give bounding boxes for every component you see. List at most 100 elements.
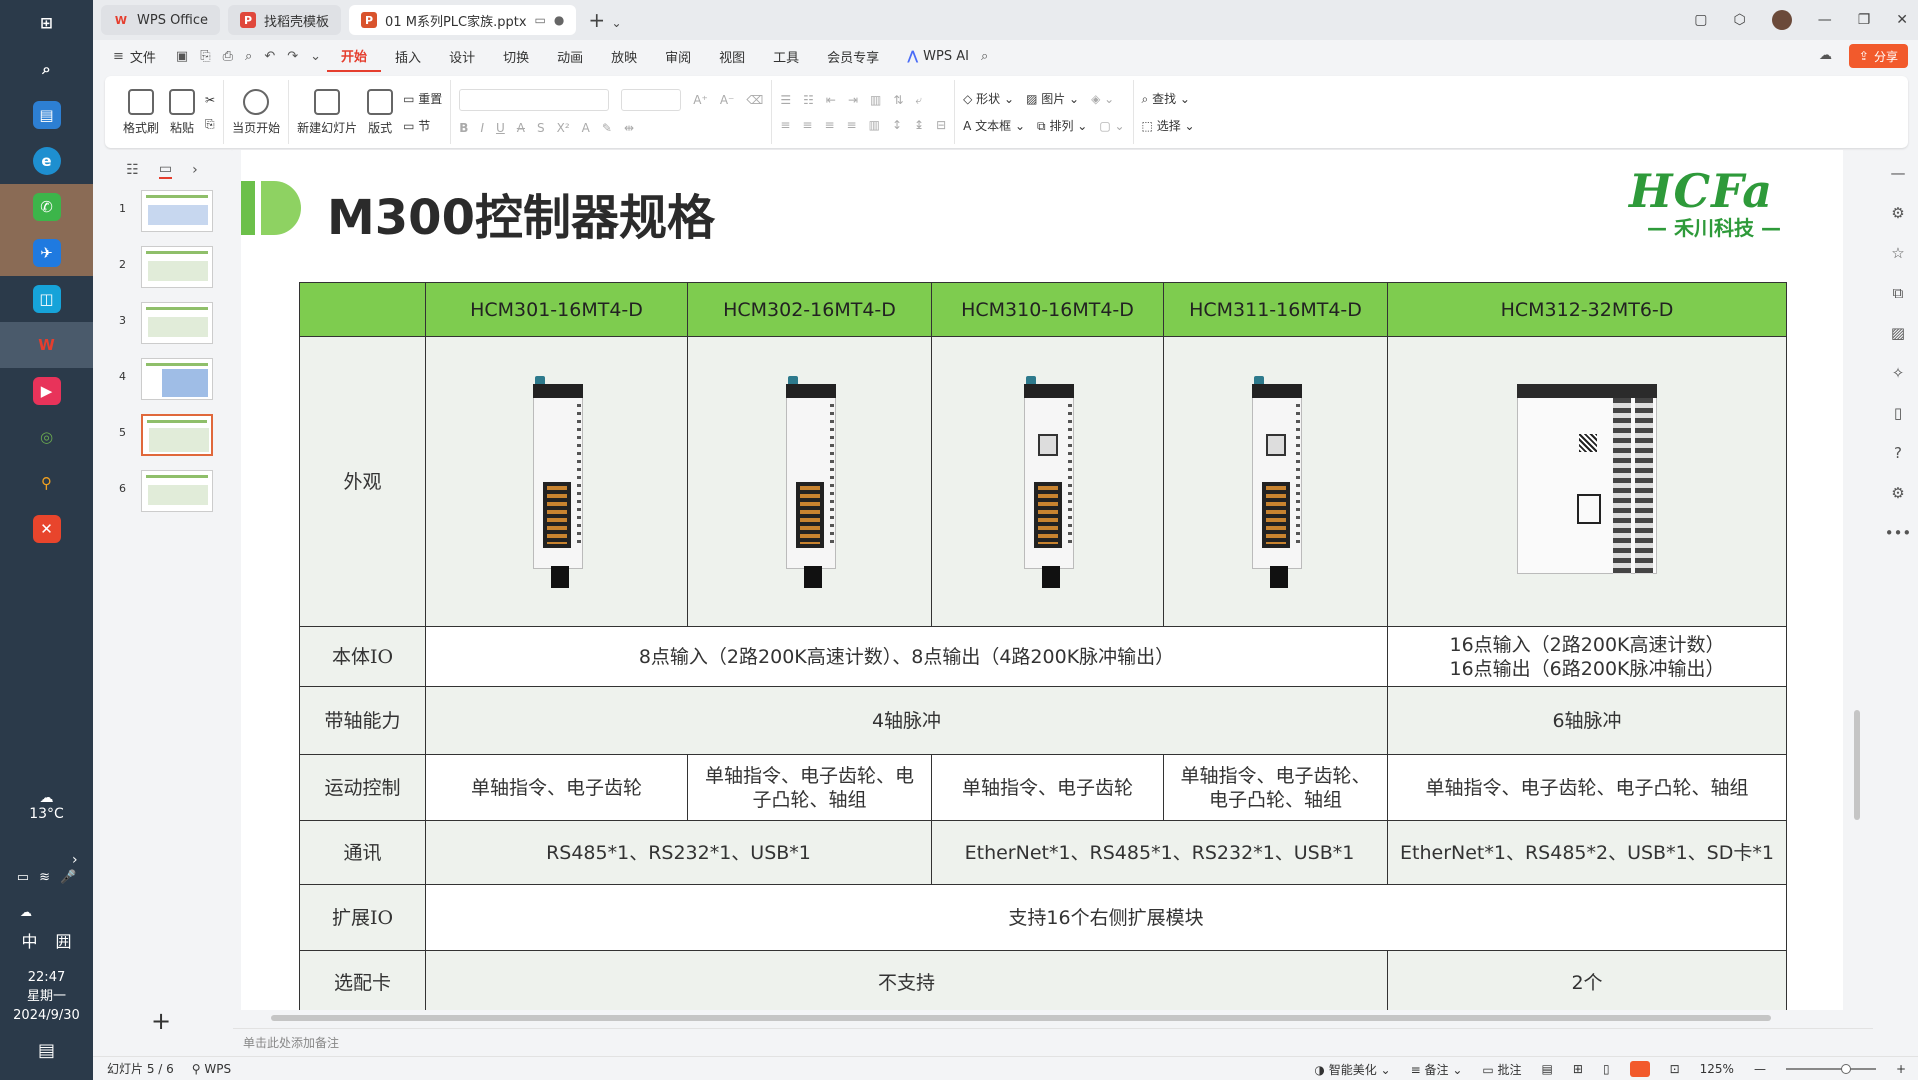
normal-view-icon[interactable]: ▤ [1542,1062,1553,1076]
sort-icon[interactable]: ⇅ [893,93,903,107]
menu-tools[interactable]: 工具 [759,40,813,72]
font-size-select[interactable] [621,89,682,111]
wps-ai-button[interactable]: ⋀ WPS AI [907,49,969,64]
indent-dec-icon[interactable]: ⇤ [826,93,836,107]
chevron-right-icon[interactable]: › [72,852,78,868]
format-brush-button[interactable]: 格式刷 [123,88,159,136]
preview-icon[interactable]: ⌕ [239,49,258,64]
search-button[interactable]: ⌕ [0,46,93,92]
taskbar-app-feishu[interactable]: ✈ [0,230,93,276]
copy-icon[interactable]: ⎘ [205,117,215,132]
taskbar-app-tencent[interactable]: ◫ [0,276,93,322]
print-icon[interactable]: ⎙ [217,49,239,64]
cube-icon[interactable]: ⬡ [1733,12,1745,28]
textbox-button[interactable]: A 文本框 ⌄ [963,117,1025,134]
indent-inc-icon[interactable]: ⇥ [848,93,858,107]
add-slide-button[interactable]: + [151,1007,171,1035]
slide-thumb[interactable]: 1 [119,190,231,246]
align-left-icon[interactable]: ≡ [780,118,790,132]
new-slide-button[interactable]: 新建幻灯片 [297,88,357,136]
spacing-icon[interactable]: ⇹ [624,121,634,135]
play-from-current-button[interactable]: 当页开始 [232,88,280,136]
font-shrink-icon[interactable]: A⁻ [720,93,735,107]
sorter-view-icon[interactable]: ⊞ [1573,1062,1583,1076]
ime-indicator[interactable]: 中 囲 [0,928,93,952]
font-grow-icon[interactable]: A⁺ [693,93,708,107]
menu-slideshow[interactable]: 放映 [597,40,651,72]
horizontal-scrollbar[interactable] [241,1012,1851,1024]
zoom-level[interactable]: 125% [1700,1062,1734,1076]
taskbar-app-wechat[interactable]: ✆ [0,184,93,230]
help-icon[interactable]: ? [1894,444,1902,462]
text-dir-icon[interactable]: ⤶ [915,93,922,108]
strike-icon[interactable]: A [517,121,525,135]
shape-button[interactable]: ◇ 形状 ⌄ [963,90,1014,107]
taskbar-clock[interactable]: 22:47 星期一 2024/9/30 [0,968,93,1025]
align-right-icon[interactable]: ≡ [824,118,834,132]
menu-review[interactable]: 审阅 [651,40,705,72]
copy-icon[interactable]: ⧉ [1893,284,1904,302]
highlight-icon[interactable]: ✎ [602,121,612,135]
fill-icon[interactable]: ◈ ⌄ [1091,92,1114,106]
slide-thumb[interactable]: 6 [119,470,231,526]
zoom-slider[interactable] [1785,1064,1876,1074]
book-icon[interactable]: ▯ [1894,404,1902,422]
taskbar-app-1[interactable]: ▤ [0,92,93,138]
comments-toggle[interactable]: ▭ 批注 [1482,1061,1521,1078]
tab-wps-office[interactable]: W WPS Office [101,5,221,35]
restore-button[interactable]: ❐ [1858,12,1871,28]
superscript-icon[interactable]: X² [557,121,570,135]
text-box-align-icon[interactable]: ⊟ [936,118,946,132]
share-button[interactable]: ⇪ 分享 [1848,44,1908,68]
slide-thumb[interactable]: 3 [119,302,231,358]
slide-thumb-current[interactable]: 5 [119,414,231,470]
menu-member[interactable]: 会员专享 [813,40,893,72]
outline-view-icon[interactable]: ☷ [126,162,139,178]
italic-icon[interactable]: I [480,121,484,135]
para-spacing-icon[interactable]: ↨ [914,118,924,132]
taskbar-app-red[interactable]: ▶ [0,368,93,414]
spec-table[interactable]: HCM301-16MT4-D HCM302-16MT4-D HCM310-16M… [299,282,1787,1010]
line-spacing-icon[interactable]: ↕ [892,118,902,132]
more-chevron-icon[interactable]: ⌄ [304,49,327,64]
fit-window-icon[interactable]: ⊡ [1670,1062,1680,1076]
wifi-icon[interactable]: ≋ [39,870,50,885]
slide-thumb[interactable]: 2 [119,246,231,302]
slide[interactable]: M300控制器规格 HCFa — 禾川科技 — HCM301-16MT4-D H… [241,150,1843,1010]
bold-icon[interactable]: B [459,121,468,135]
thumbnail-view-icon[interactable]: ▭ [158,161,173,179]
menu-file[interactable]: 文件 [130,40,170,72]
layout-icon[interactable]: ▢ [1694,12,1707,28]
select-button[interactable]: ⬚ 选择 ⌄ [1142,117,1195,134]
tab-document[interactable]: P 01 M系列PLC家族.pptx ▭ ● [349,5,577,35]
weather-widget[interactable]: ☁ 13°C [0,790,93,822]
shadow-icon[interactable]: S [537,121,545,135]
redo-icon[interactable]: ↷ [281,49,304,64]
menu-transition[interactable]: 切换 [489,40,543,72]
minimize-button[interactable]: — [1818,12,1832,28]
font-color-icon[interactable]: A [582,121,590,135]
play-slideshow-button[interactable] [1629,1061,1650,1077]
image-button[interactable]: ▨ 图片 ⌄ [1026,90,1079,107]
numbering-icon[interactable]: ☷ [803,93,814,107]
menu-design[interactable]: 设计 [435,40,489,72]
columns-icon[interactable]: ▥ [870,93,881,107]
zoom-out-button[interactable]: — [1754,1062,1766,1076]
slide-thumb[interactable]: 4 [119,358,231,414]
menu-insert[interactable]: 插入 [381,40,435,72]
arrange-button[interactable]: ⧉ 排列 ⌄ [1037,117,1087,134]
beautify-button[interactable]: ◑ 智能美化 ⌄ [1314,1061,1390,1078]
start-button[interactable]: ⊞ [0,0,93,46]
slide-canvas[interactable]: M300控制器规格 HCFa — 禾川科技 — HCM301-16MT4-D H… [233,150,1843,1010]
justify-icon[interactable]: ≡ [847,118,857,132]
slide-title[interactable]: M300控制器规格 [327,178,715,248]
section-button[interactable]: ▭ 节 [403,117,442,134]
menu-view[interactable]: 视图 [705,40,759,72]
font-family-select[interactable] [459,89,610,111]
hamburger-icon[interactable]: ≡ [107,49,130,64]
taskbar-app-x[interactable]: ✕ [0,506,93,552]
more-icon[interactable]: ••• [1885,524,1912,542]
scroll-thumb[interactable] [1854,710,1860,820]
taskbar-app-wps[interactable]: W [0,322,93,368]
settings-icon[interactable]: ⚙ [1891,484,1904,502]
